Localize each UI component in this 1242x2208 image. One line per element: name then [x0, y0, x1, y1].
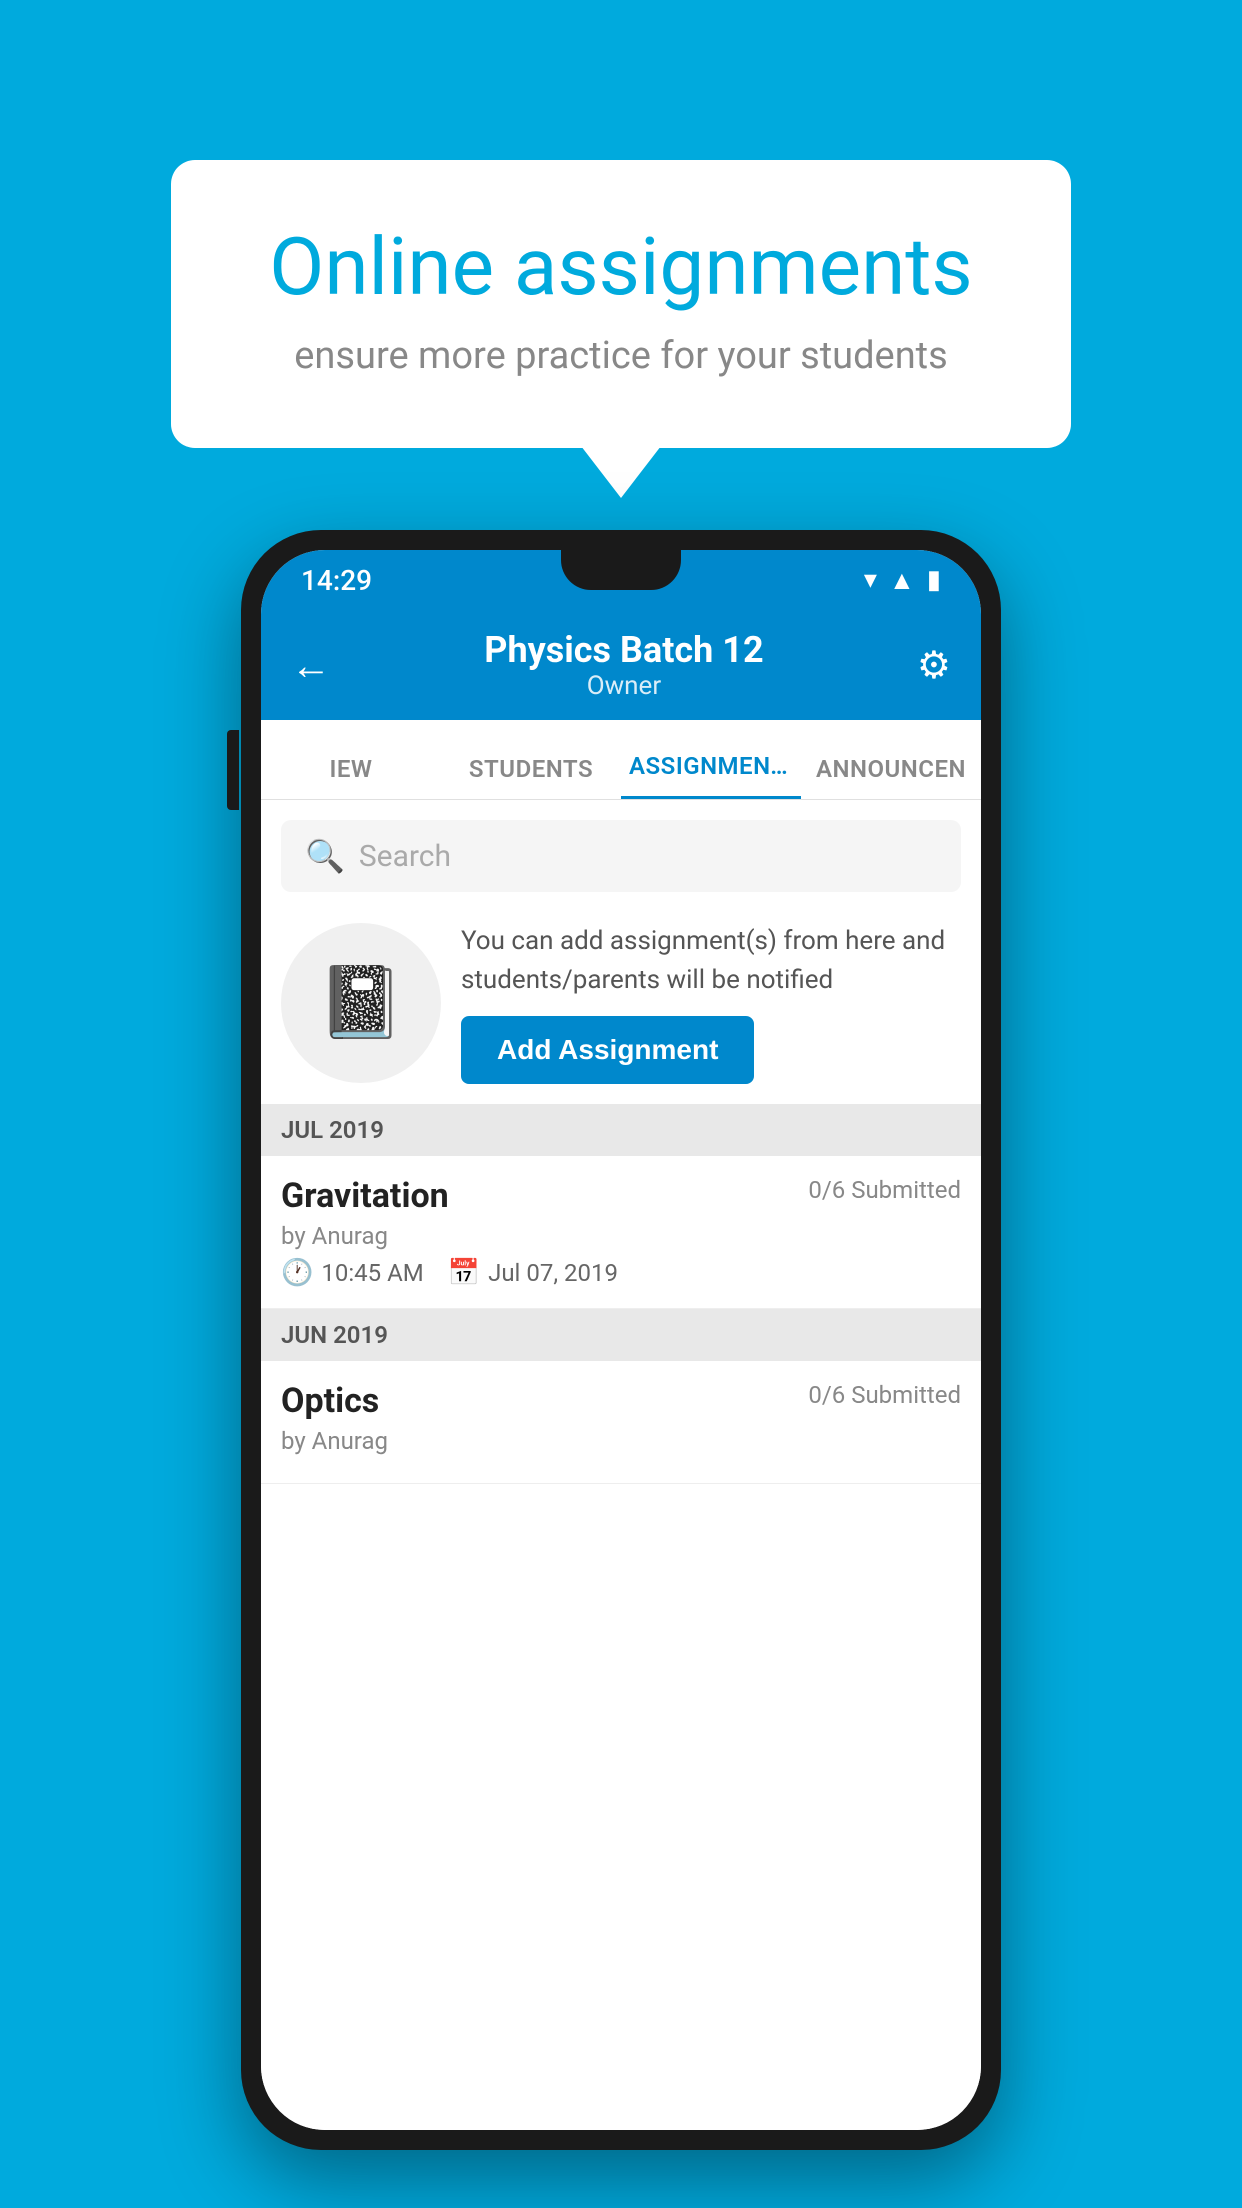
phone-notch	[561, 550, 681, 590]
tab-iew[interactable]: IEW	[261, 755, 441, 799]
tabs-bar: IEW STUDENTS ASSIGNMENTS ANNOUNCEN	[261, 720, 981, 800]
assignment-item-optics[interactable]: Optics 0/6 Submitted by Anurag	[261, 1361, 981, 1484]
section-header-jul2019: JUL 2019	[261, 1104, 981, 1156]
status-time: 14:29	[301, 564, 372, 597]
search-placeholder: Search	[359, 839, 451, 874]
info-text: You can add assignment(s) from here and …	[461, 922, 961, 1000]
assignment-by: by Anurag	[281, 1222, 961, 1250]
assignment-submitted-optics: 0/6 Submitted	[808, 1381, 961, 1409]
signal-icon: ▲	[889, 565, 915, 596]
clock-icon: 🕐	[281, 1258, 313, 1288]
status-icons: ▾ ▲ ▮	[864, 565, 941, 596]
assignment-name-optics: Optics	[281, 1381, 379, 1421]
app-bar-subtitle: Owner	[484, 671, 763, 701]
phone-screen: 14:29 ▾ ▲ ▮ ← Physics Batch 12 Owner ⚙ I…	[261, 550, 981, 2130]
info-right: You can add assignment(s) from here and …	[461, 922, 961, 1084]
section-header-jun2019: JUN 2019	[261, 1309, 981, 1361]
assignment-date: 📅 Jul 07, 2019	[448, 1258, 618, 1288]
settings-icon[interactable]: ⚙	[917, 643, 951, 688]
content-area: 🔍 Search 📓 You can add assignment(s) fro…	[261, 800, 981, 2130]
assignment-name: Gravitation	[281, 1176, 449, 1216]
info-icon-circle: 📓	[281, 923, 441, 1083]
assignment-submitted: 0/6 Submitted	[808, 1176, 961, 1204]
promo-subtitle: ensure more practice for your students	[251, 334, 991, 378]
info-banner: 📓 You can add assignment(s) from here an…	[261, 902, 981, 1104]
app-bar: ← Physics Batch 12 Owner ⚙	[261, 610, 981, 720]
assignment-top-row: Gravitation 0/6 Submitted	[281, 1176, 961, 1216]
calendar-icon: 📅	[448, 1258, 480, 1288]
promo-card: Online assignments ensure more practice …	[171, 160, 1071, 448]
app-bar-title: Physics Batch 12	[484, 629, 763, 671]
tab-announcements[interactable]: ANNOUNCEN	[801, 755, 981, 799]
assignment-by-optics: by Anurag	[281, 1427, 961, 1455]
phone-mockup: 14:29 ▾ ▲ ▮ ← Physics Batch 12 Owner ⚙ I…	[241, 530, 1001, 2150]
battery-icon: ▮	[927, 565, 941, 595]
notebook-icon: 📓	[317, 962, 404, 1044]
search-icon: 🔍	[305, 837, 345, 875]
phone-outer: 14:29 ▾ ▲ ▮ ← Physics Batch 12 Owner ⚙ I…	[241, 530, 1001, 2150]
assignment-meta: 🕐 10:45 AM 📅 Jul 07, 2019	[281, 1258, 961, 1288]
back-button[interactable]: ←	[291, 642, 331, 689]
assignment-item-gravitation[interactable]: Gravitation 0/6 Submitted by Anurag 🕐 10…	[261, 1156, 981, 1309]
add-assignment-button[interactable]: Add Assignment	[461, 1016, 754, 1084]
tab-students[interactable]: STUDENTS	[441, 755, 621, 799]
tab-assignments[interactable]: ASSIGNMENTS	[621, 752, 801, 799]
search-bar[interactable]: 🔍 Search	[281, 820, 961, 892]
app-bar-title-group: Physics Batch 12 Owner	[484, 629, 763, 701]
promo-title: Online assignments	[251, 220, 991, 314]
assignment-time: 🕐 10:45 AM	[281, 1258, 424, 1288]
assignment-top-row-optics: Optics 0/6 Submitted	[281, 1381, 961, 1421]
wifi-icon: ▾	[864, 565, 877, 595]
